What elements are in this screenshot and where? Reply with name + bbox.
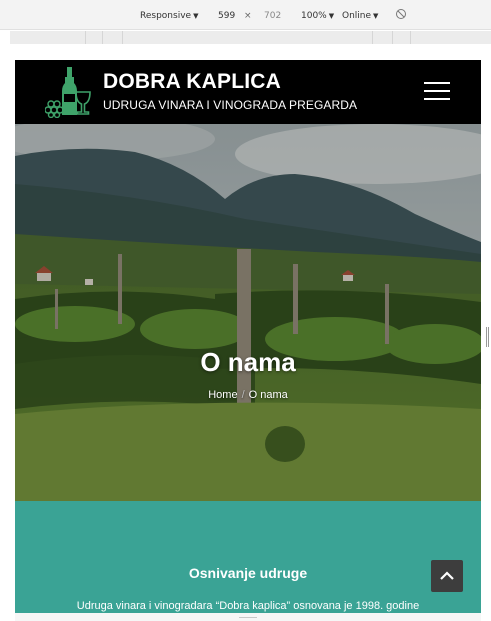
device-selector[interactable]: Responsive ▼ xyxy=(140,11,198,21)
viewport-width-input[interactable]: 599 xyxy=(218,11,235,21)
emulated-viewport: DOBRA KAPLICA UDRUGA VINARA I VINOGRADA … xyxy=(15,60,481,613)
wine-logo-icon[interactable] xyxy=(45,66,95,118)
device-selector-label: Responsive xyxy=(140,11,192,21)
vineyard-background-image xyxy=(15,124,481,501)
site-tagline: UDRUGA VINARA I VINOGRADA PREGARDA xyxy=(103,98,358,112)
page-title: O nama xyxy=(200,347,296,377)
hamburger-icon[interactable] xyxy=(424,82,450,102)
site-title[interactable]: DOBRA KAPLICA xyxy=(103,70,281,94)
section-heading: Osnivanje udruge xyxy=(188,565,308,581)
caret-down-icon: ▼ xyxy=(193,12,199,20)
dimension-separator: × xyxy=(244,11,252,21)
site-header: DOBRA KAPLICA UDRUGA VINARA I VINOGRADA … xyxy=(15,60,481,124)
breadcrumb-home-link[interactable]: Home xyxy=(208,389,237,401)
throttle-selector[interactable]: Online ▼ xyxy=(342,11,378,21)
zoom-selector[interactable]: 100% ▼ xyxy=(301,11,334,21)
caret-down-icon: ▼ xyxy=(328,12,335,20)
viewport-height-input[interactable]: 702 xyxy=(264,11,281,21)
caret-down-icon: ▼ xyxy=(373,12,379,20)
about-section: Osnivanje udruge Udruga vinara i vinogra… xyxy=(15,501,481,613)
media-query-ruler[interactable] xyxy=(10,31,491,44)
breadcrumb-separator: / xyxy=(241,389,245,401)
resize-handle-right[interactable] xyxy=(486,327,489,347)
resize-handle-bottom[interactable] xyxy=(15,613,481,621)
breadcrumb: Home / O nama xyxy=(15,389,481,401)
chevron-up-icon xyxy=(440,571,454,580)
back-to-top-button[interactable] xyxy=(431,560,463,592)
section-text: Udruga vinara i vinogradara “Dobra kapli… xyxy=(76,600,420,612)
throttle-label: Online xyxy=(342,11,372,21)
hero-banner: O nama Home / O nama xyxy=(15,124,481,501)
devtools-toolbar: Responsive ▼ 599 × 702 100% ▼ Online ▼ xyxy=(0,0,491,30)
rotate-icon[interactable] xyxy=(395,8,407,20)
breadcrumb-current: O nama xyxy=(248,389,288,401)
zoom-label: 100% xyxy=(301,11,327,21)
